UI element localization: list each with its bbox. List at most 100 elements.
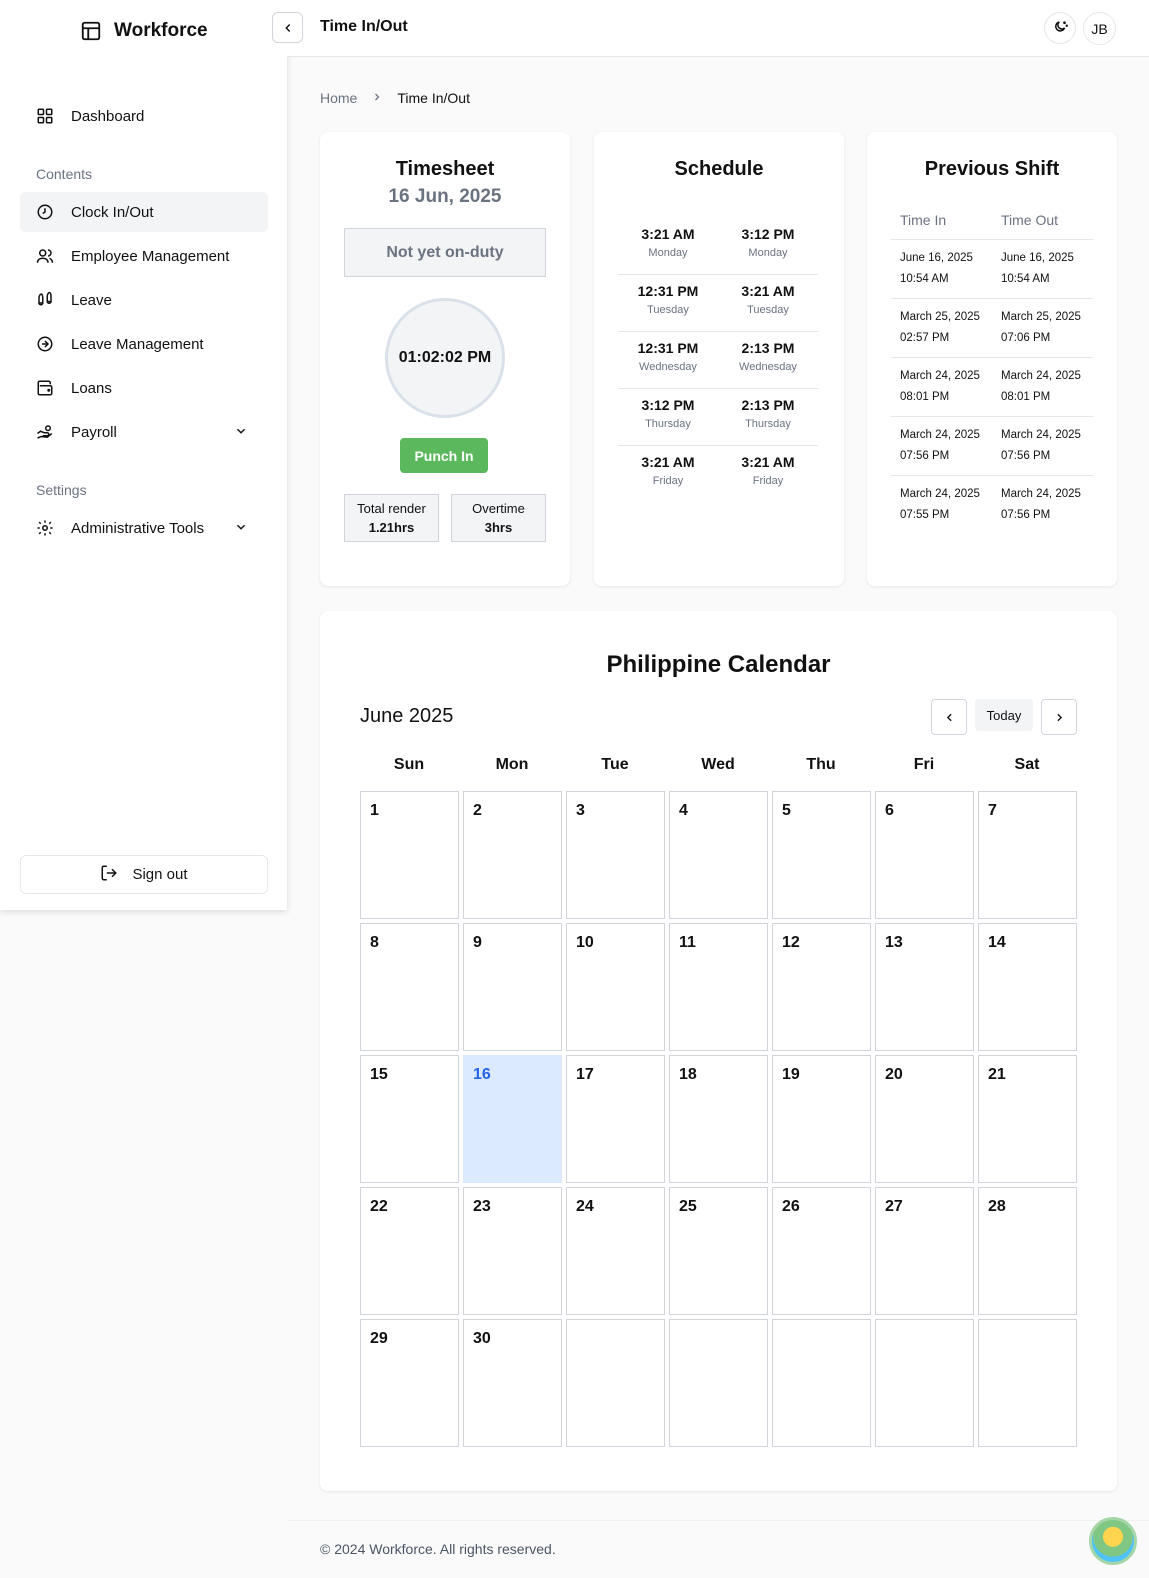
schedule-time-out: 3:21 AM [741,283,795,299]
theme-toggle-button[interactable] [1044,12,1076,44]
today-button[interactable]: Today [975,699,1033,731]
sidebar-item-clock-in-out[interactable]: Clock In/Out [20,192,268,232]
calendar-day[interactable]: 24 [566,1187,665,1315]
schedule-time-in: 12:31 PM [637,340,699,356]
time-out-date: June 16, 2025 [1001,252,1074,264]
time-in-time: 07:55 PM [900,509,950,521]
sign-out-button[interactable]: Sign out [20,855,268,894]
sidebar-item-payroll[interactable]: Payroll [20,412,268,452]
breadcrumb-home-link[interactable]: Home [320,90,357,106]
calendar-day[interactable]: 13 [875,923,974,1051]
calendar-day[interactable]: 5 [772,791,871,919]
previous-shift-title: Previous Shift [924,158,1060,180]
calendar-card: Philippine Calendar June 2025 Today Sun M… [320,611,1117,1491]
calendar-day[interactable]: 23 [463,1187,562,1315]
total-render-value: 1.21hrs [368,520,415,535]
weekday-header: Fri [913,756,935,773]
calendar-day[interactable]: 8 [360,923,459,1051]
calendar-day[interactable]: 14 [978,923,1077,1051]
users-icon [36,247,54,265]
footprints-icon [36,291,54,309]
schedule-day: Tuesday [647,304,689,316]
calendar-day[interactable]: 19 [772,1055,871,1183]
calendar-day[interactable]: 26 [772,1187,871,1315]
time-out-time: 08:01 PM [1001,391,1051,403]
grid-icon [36,107,54,125]
sidebar-item-label: Leave [71,291,112,309]
calendar-month: June 2025 [360,705,454,727]
schedule-day: Monday [648,247,688,259]
punch-in-button[interactable]: Punch In [400,438,488,473]
total-render-stat: Total render 1.21hrs [344,494,439,542]
time-out-time: 10:54 AM [1001,273,1050,285]
calendar-day[interactable]: 15 [360,1055,459,1183]
calendar-day[interactable]: 29 [360,1319,459,1447]
calendar-day[interactable]: 9 [463,923,562,1051]
beach-widget-icon[interactable] [1089,1517,1137,1565]
sidebar-item-leave[interactable]: Leave [20,280,268,320]
duty-status: Not yet on-duty [344,228,546,277]
calendar-day[interactable]: 27 [875,1187,974,1315]
copyright-text: © 2024 Workforce. All rights reserved. [320,1541,556,1557]
calendar-day[interactable]: 30 [463,1319,562,1447]
calendar-day[interactable]: 2 [463,791,562,919]
calendar-day-empty[interactable] [978,1319,1077,1447]
section-contents: Contents [36,166,93,182]
calendar-day[interactable]: 21 [978,1055,1077,1183]
sidebar-item-dashboard[interactable]: Dashboard [20,96,268,136]
chevron-down-icon [234,424,248,442]
schedule-row: 3:21 AM Monday 3:12 PM Monday [618,218,818,275]
calendar-day[interactable]: 4 [669,791,768,919]
layout-icon [81,21,101,41]
calendar-title: Philippine Calendar [606,651,831,678]
calendar-day[interactable]: 22 [360,1187,459,1315]
total-render-label: Total render [357,501,426,516]
calendar-day[interactable]: 11 [669,923,768,1051]
brand[interactable]: Workforce [80,20,208,42]
wallet-icon [36,379,54,397]
schedule-day: Wednesday [739,361,797,373]
sidebar-item-loans[interactable]: Loans [20,368,268,408]
calendar-day[interactable]: 3 [566,791,665,919]
schedule-day: Friday [652,475,684,487]
sidebar-item-employee-management[interactable]: Employee Management [20,236,268,276]
time-out-date: March 24, 2025 [1001,488,1081,500]
calendar-day[interactable]: 16 [463,1055,562,1183]
calendar-day-empty[interactable] [875,1319,974,1447]
schedule-day: Friday [752,475,784,487]
time-in-time: 08:01 PM [900,391,950,403]
time-in-time: 07:56 PM [900,450,950,462]
calendar-day-empty[interactable] [772,1319,871,1447]
schedule-time-out: 3:21 AM [741,454,795,470]
calendar-day[interactable]: 20 [875,1055,974,1183]
schedule-row: 3:12 PM Thursday 2:13 PM Thursday [618,389,818,446]
calendar-day[interactable]: 17 [566,1055,665,1183]
schedule-title: Schedule [674,158,764,180]
calendar-day-empty[interactable] [669,1319,768,1447]
calendar-day-empty[interactable] [566,1319,665,1447]
calendar-day[interactable]: 12 [772,923,871,1051]
chevron-down-icon [234,520,248,538]
next-month-button[interactable] [1041,699,1077,735]
calendar-day[interactable]: 18 [669,1055,768,1183]
avatar[interactable]: JB [1083,12,1116,45]
calendar-day[interactable]: 7 [978,791,1077,919]
collapse-sidebar-button[interactable] [272,12,303,43]
sidebar-item-label: Dashboard [71,107,145,125]
sidebar-item-leave-management[interactable]: Leave Management [20,324,268,364]
calendar-day[interactable]: 28 [978,1187,1077,1315]
schedule-time-out: 3:12 PM [741,226,795,242]
previous-month-button[interactable] [931,699,967,735]
calendar-day[interactable]: 6 [875,791,974,919]
time-out-time: 07:06 PM [1001,332,1051,344]
time-out-date: March 25, 2025 [1001,311,1081,323]
footer: © 2024 Workforce. All rights reserved. [287,1520,1149,1578]
calendar-day[interactable]: 1 [360,791,459,919]
overtime-value: 3hrs [484,520,513,535]
calendar-day[interactable]: 10 [566,923,665,1051]
previous-shift-rows: June 16, 2025 10:54 AM June 16, 2025 10:54… [891,240,1093,535]
table-row: June 16, 2025 10:54 AM June 16, 2025 10:54… [891,240,1093,299]
calendar-day[interactable]: 25 [669,1187,768,1315]
schedule-time-in: 3:21 AM [641,454,695,470]
sidebar-item-administrative-tools[interactable]: Administrative Tools [20,508,268,548]
